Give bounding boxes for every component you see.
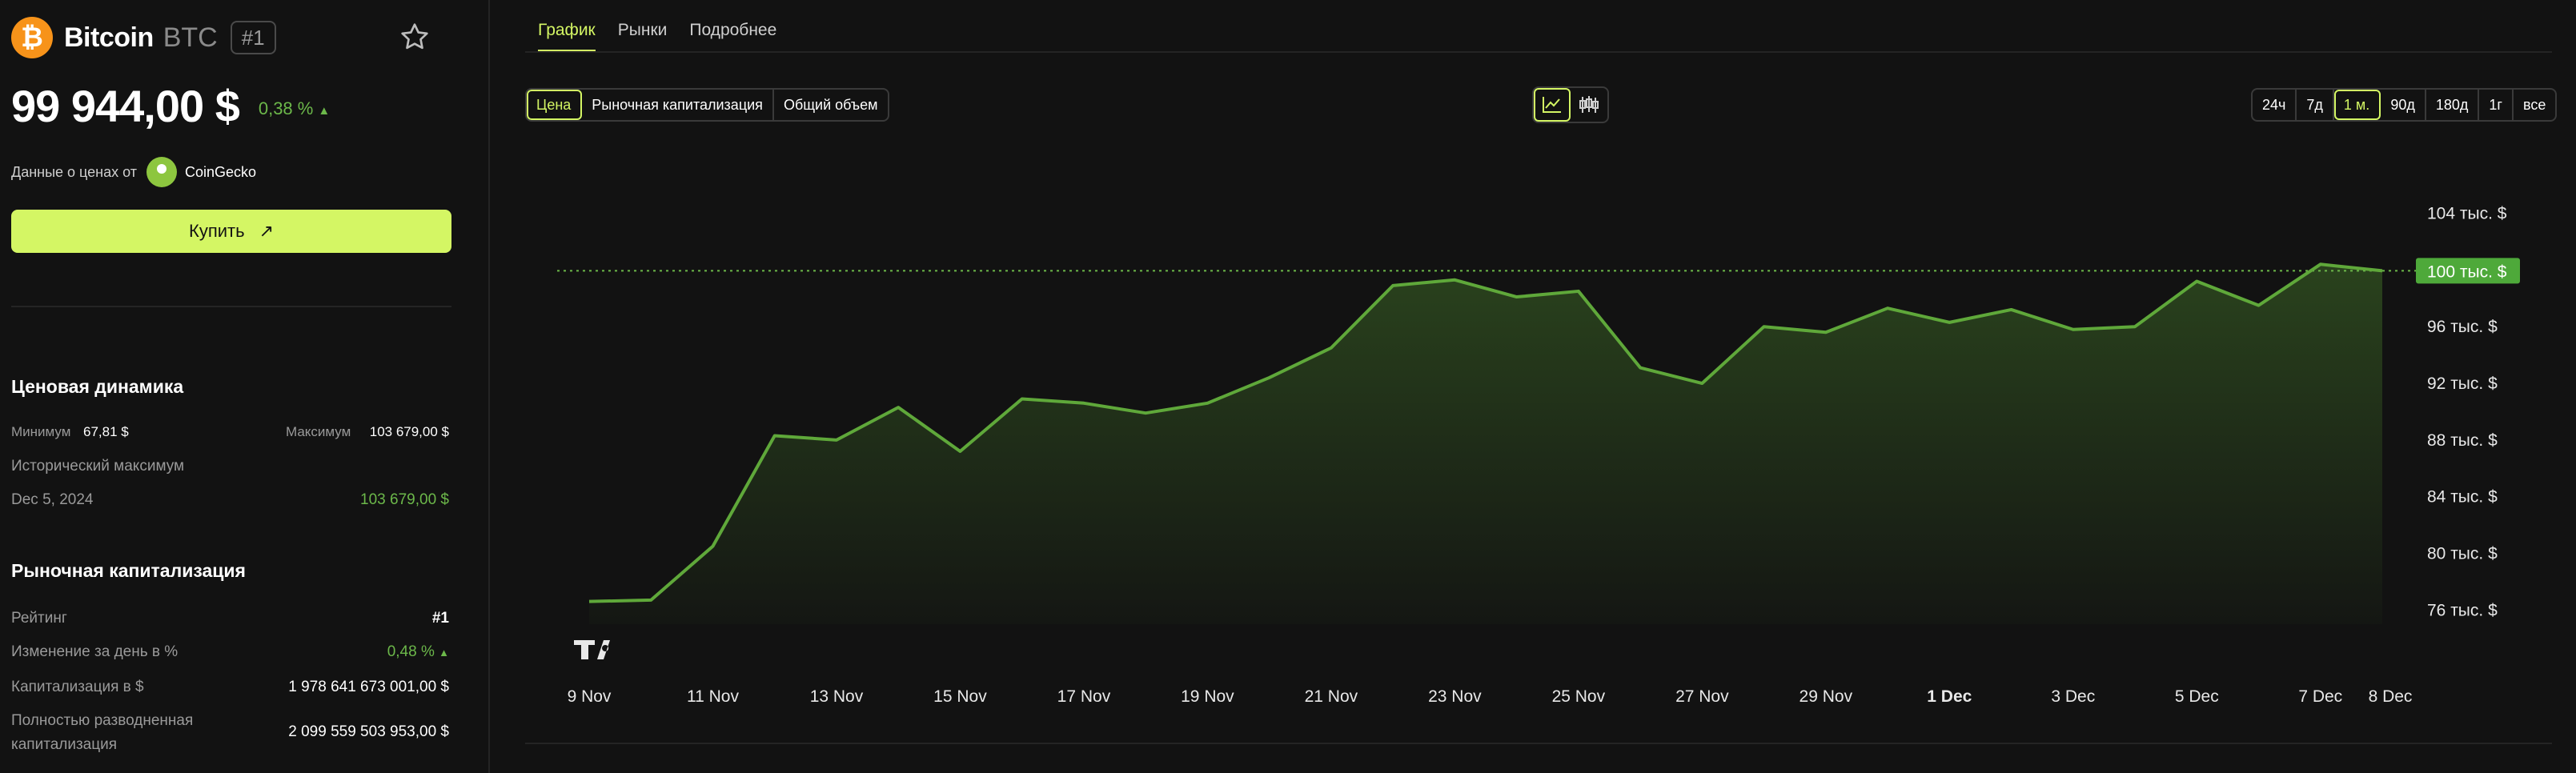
up-arrow-icon: ▲: [439, 647, 449, 659]
x-tick-label: 15 Nov: [933, 687, 987, 706]
max-label: Максимум: [286, 424, 351, 439]
max-value: 103 679,00 $: [369, 424, 449, 439]
star-icon[interactable]: [399, 21, 431, 53]
cap-value: 1 978 641 673 001,00 $: [288, 679, 449, 695]
cap-label: Капитализация в $: [11, 679, 144, 695]
price-change-value: 0,38 %: [258, 98, 314, 118]
bitcoin-logo-icon: ₿: [11, 17, 53, 58]
data-source-label: Данные о ценах от: [11, 163, 137, 180]
x-tick-label: 19 Nov: [1181, 687, 1234, 706]
data-source-name[interactable]: CoinGecko: [185, 164, 256, 181]
buy-button-label: Купить: [189, 221, 245, 241]
day-change-value: 0,48 % ▲: [387, 643, 449, 661]
tabs-divider: [525, 51, 2552, 53]
x-tick-label: 8 Dec: [2369, 687, 2413, 706]
x-tick-label: 23 Nov: [1428, 687, 1482, 706]
y-tick-label: 80 тыс. $: [2427, 544, 2498, 563]
tab-details[interactable]: Подробнее: [689, 21, 776, 52]
main-tabs: График Рынки Подробнее: [538, 21, 799, 52]
x-tick-label: 13 Nov: [810, 687, 864, 706]
range-1m[interactable]: 1 м.: [2333, 90, 2381, 120]
day-change-label: Изменение за день в %: [11, 643, 179, 660]
coin-header: ₿ Bitcoin BTC #1: [11, 17, 459, 58]
coingecko-logo-icon: [146, 157, 177, 187]
metric-market-cap[interactable]: Рыночная капитализация: [582, 90, 774, 120]
y-tick-label: 84 тыс. $: [2427, 488, 2498, 507]
x-tick-label: 25 Nov: [1552, 687, 1606, 706]
range-1y[interactable]: 1г: [2479, 90, 2514, 120]
fdv-label-line2: капитализация: [11, 736, 118, 753]
tradingview-logo-icon: [574, 640, 610, 659]
y-tick-label: 92 тыс. $: [2427, 374, 2498, 393]
x-tick-label: 5 Dec: [2175, 687, 2219, 706]
price-change-badge: 0,38 % ▲: [259, 98, 330, 119]
min-label: Минимум: [11, 424, 71, 439]
x-tick-label: 9 Nov: [568, 687, 612, 706]
range-180d[interactable]: 180д: [2426, 90, 2480, 120]
tab-markets[interactable]: Рынки: [618, 21, 668, 52]
price-chart[interactable]: 104 тыс. $ 96 тыс. $ 92 тыс. $ 88 тыс. $ 84 …: [525, 144, 2552, 736]
x-tick-label: 29 Nov: [1800, 687, 1853, 706]
divider: [11, 306, 451, 307]
rank-badge: #1: [230, 21, 276, 54]
price-chart-svg[interactable]: 104 тыс. $ 96 тыс. $ 92 тыс. $ 88 тыс. $ 84 …: [525, 144, 2552, 736]
metric-selector: Цена Рыночная капитализация Общий объем: [525, 88, 889, 122]
chart-type-selector: [1532, 86, 1609, 123]
up-arrow-icon: ▲: [318, 103, 331, 118]
market-cap-title: Рыночная капитализация: [11, 560, 246, 581]
price-area-fill: [589, 264, 2382, 624]
y-tick-label: 88 тыс. $: [2427, 431, 2498, 450]
coin-ticker: BTC: [163, 22, 218, 53]
range-90d[interactable]: 90д: [2381, 90, 2426, 120]
chart-bottom-divider: [525, 743, 2552, 744]
min-value: 67,81 $: [83, 424, 129, 439]
ath-label: Исторический максимум: [11, 458, 185, 475]
range-7d[interactable]: 7д: [2297, 90, 2334, 120]
price-row: 99 944,00 $ 0,38 % ▲: [11, 80, 330, 132]
candlestick-icon[interactable]: [1571, 88, 1607, 122]
current-price: 99 944,00 $: [11, 81, 240, 131]
x-tick-label: 1 Dec: [1927, 687, 1972, 706]
fdv-value: 2 099 559 503 953,00 $: [288, 723, 449, 740]
y-tick-label: 96 тыс. $: [2427, 318, 2498, 336]
x-tick-label: 17 Nov: [1057, 687, 1111, 706]
metric-price[interactable]: Цена: [527, 90, 583, 120]
range-24h[interactable]: 24ч: [2253, 90, 2297, 120]
ath-value: 103 679,00 $: [360, 491, 449, 508]
coin-info-panel: ₿ Bitcoin BTC #1 99 944,00 $ 0,38 % ▲ Дан…: [0, 0, 490, 773]
tab-chart[interactable]: График: [538, 21, 596, 52]
fdv-label-line1: Полностью разводненная: [11, 712, 194, 729]
y-tick-label: 104 тыс. $: [2427, 205, 2507, 223]
x-tick-label: 21 Nov: [1305, 687, 1358, 706]
current-price-label: 100 тыс. $: [2427, 262, 2507, 281]
data-source: Данные о ценах от CoinGecko: [11, 157, 256, 187]
metric-volume[interactable]: Общий объем: [774, 90, 888, 120]
x-tick-label: 3 Dec: [2051, 687, 2095, 706]
buy-button[interactable]: Купить ↗: [11, 210, 451, 253]
day-change-number: 0,48 %: [387, 643, 435, 660]
rating-value: #1: [431, 610, 449, 627]
x-tick-label: 11 Nov: [687, 687, 739, 706]
ath-date: Dec 5, 2024: [11, 491, 94, 508]
range-selector: 24ч 7д 1 м. 90д 180д 1г все: [2251, 88, 2558, 122]
line-chart-icon[interactable]: [1534, 88, 1571, 122]
external-link-icon: ↗: [259, 221, 274, 241]
range-all[interactable]: все: [2514, 90, 2555, 120]
x-tick-label: 7 Dec: [2298, 687, 2342, 706]
x-tick-label: 27 Nov: [1675, 687, 1729, 706]
price-dynamics-title: Ценовая динамика: [11, 376, 184, 397]
y-tick-label: 76 тыс. $: [2427, 601, 2498, 619]
coin-name: Bitcoin: [64, 22, 154, 53]
rating-label: Рейтинг: [11, 610, 67, 627]
